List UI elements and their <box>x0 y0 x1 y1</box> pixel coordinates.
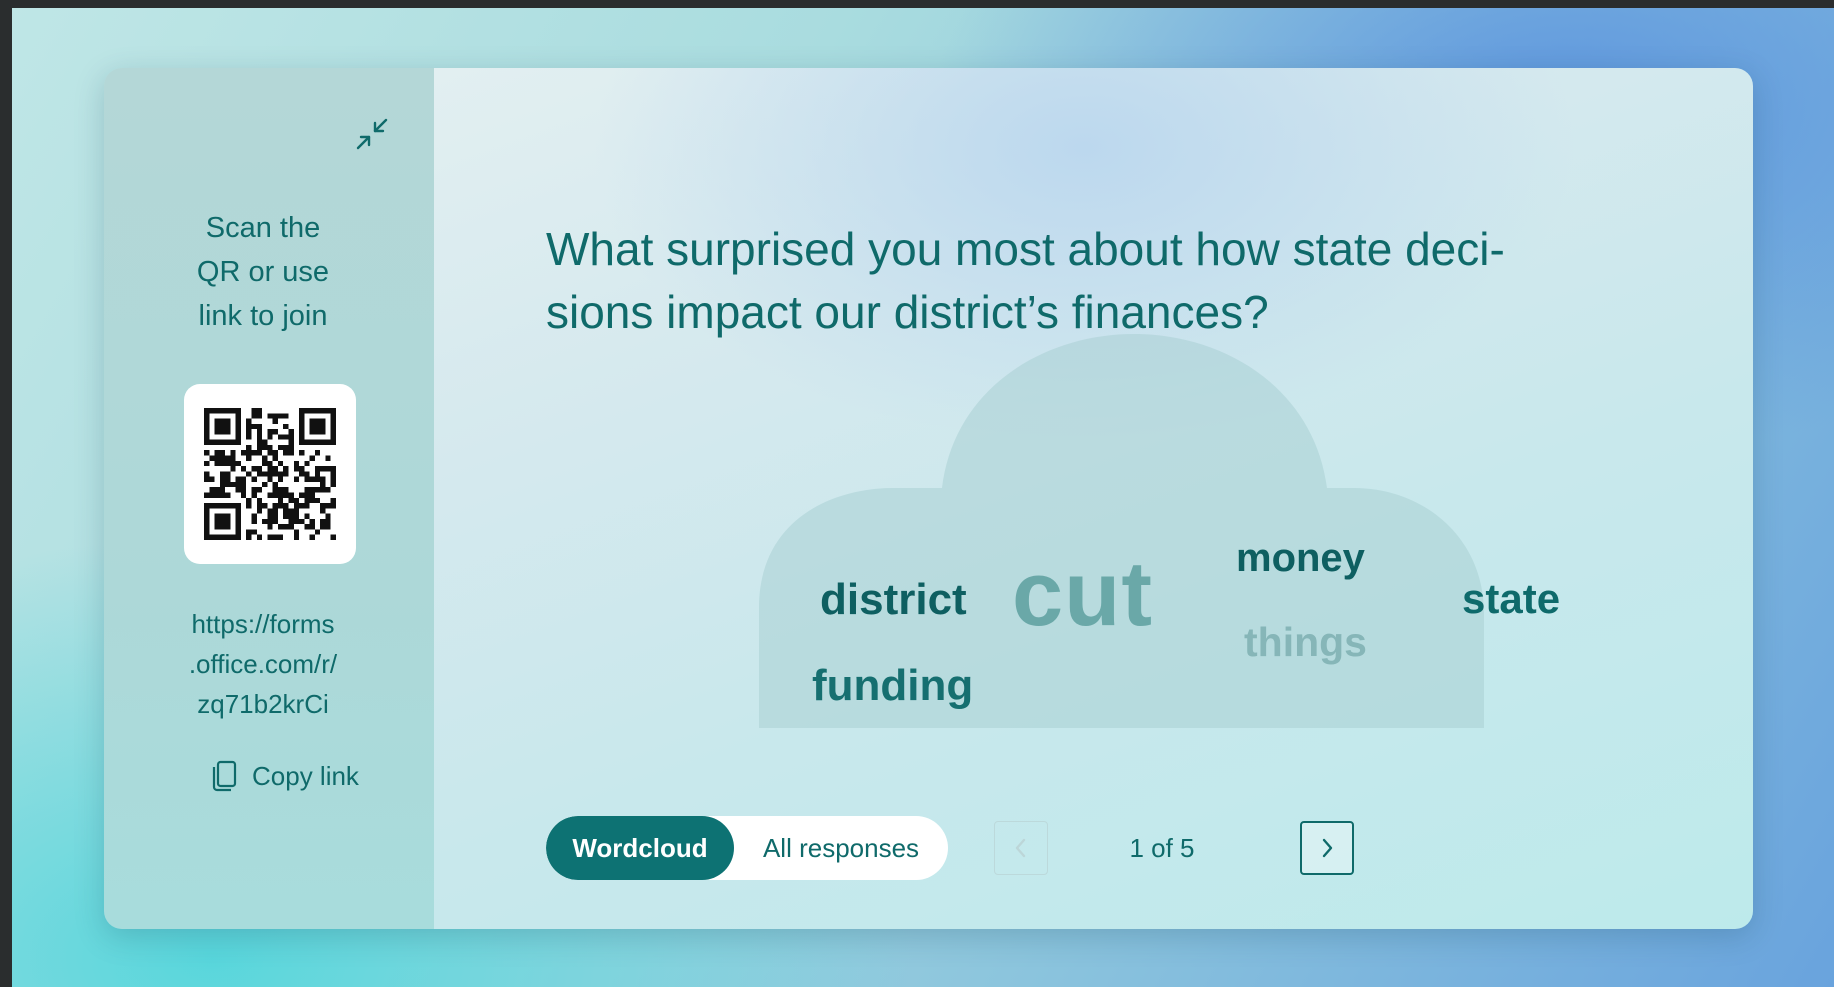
wordcloud-word-money: money <box>1236 536 1365 580</box>
chevron-left-icon <box>1015 838 1026 858</box>
scan-line-1: Scan the <box>205 212 321 244</box>
join-link-line-3: zq71b2krCi <box>197 689 329 719</box>
collapse-arrows-icon <box>356 118 388 150</box>
wordcloud-shape <box>759 334 1484 728</box>
scan-line-2: QR or use <box>196 256 330 288</box>
wordcloud-word-state: state <box>1462 575 1561 622</box>
view-toggle: Wordcloud All responses <box>546 816 948 880</box>
qr-code <box>204 408 336 540</box>
copy-link-button[interactable]: Copy link <box>210 756 359 796</box>
app-background: Scan the QR or use link to join https://… <box>12 8 1834 987</box>
wordcloud-word-cut: cut <box>1012 543 1153 645</box>
join-link-line-1: https://forms <box>191 609 335 639</box>
tab-all-responses[interactable]: All responses <box>734 816 948 880</box>
chevron-right-icon <box>1322 838 1333 858</box>
copy-icon <box>212 760 237 792</box>
wordcloud-word-district: district <box>820 575 967 624</box>
scan-line-3: link to join <box>198 300 328 332</box>
wordcloud-word-funding: funding <box>812 661 974 710</box>
wordcloud-word-things: things <box>1244 619 1367 665</box>
page-indicator: 1 of 5 <box>1129 833 1195 863</box>
tab-wordcloud[interactable]: Wordcloud <box>546 816 734 880</box>
copy-link-label: Copy link <box>252 760 359 791</box>
main-panel: What surprised you most about how state … <box>434 68 1753 929</box>
join-sidebar: Scan the QR or use link to join https://… <box>104 68 434 929</box>
scan-instructions: Scan the QR or use link to join <box>144 206 382 338</box>
previous-page-button[interactable] <box>994 821 1048 875</box>
join-link[interactable]: https://forms .office.com/r/ zq71b2krCi <box>144 604 382 724</box>
collapse-button[interactable] <box>350 112 394 156</box>
qr-code-card <box>184 384 356 564</box>
join-link-line-2: .office.com/r/ <box>188 649 338 679</box>
next-page-button[interactable] <box>1300 821 1354 875</box>
presentation-card: Scan the QR or use link to join https://… <box>104 68 1753 929</box>
